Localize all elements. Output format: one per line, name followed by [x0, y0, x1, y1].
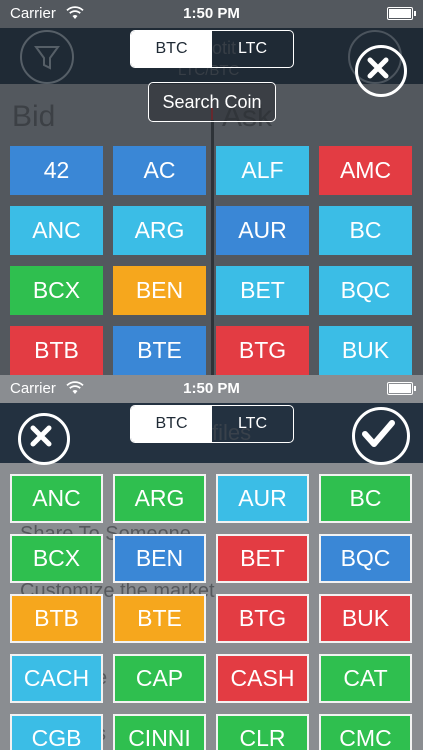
- filter-button: [20, 30, 74, 84]
- coin-tile[interactable]: CAT: [319, 654, 412, 703]
- coin-tile[interactable]: BQC: [319, 266, 412, 315]
- coin-tile[interactable]: CLR: [216, 714, 309, 750]
- battery-icon: [387, 7, 416, 20]
- bid-heading: Bid: [12, 100, 56, 133]
- coin-tile[interactable]: BEN: [113, 534, 206, 583]
- coin-tile[interactable]: BET: [216, 534, 309, 583]
- coin-tile[interactable]: ARG: [113, 206, 206, 255]
- coin-tile[interactable]: ARG: [113, 474, 206, 523]
- coin-tile[interactable]: BTB: [10, 594, 103, 643]
- search-coin-button[interactable]: Search Coin: [148, 82, 276, 122]
- tab-ltc[interactable]: LTC: [212, 406, 293, 442]
- tab-btc[interactable]: BTC: [131, 31, 212, 67]
- currency-segment: BTC LTC: [130, 30, 294, 68]
- checkmark-icon: [362, 420, 395, 447]
- coin-tile[interactable]: BTG: [216, 326, 309, 375]
- coin-tile[interactable]: BCX: [10, 534, 103, 583]
- close-button[interactable]: [18, 413, 70, 465]
- status-time: 1:50 PM: [183, 380, 240, 397]
- tab-ltc[interactable]: LTC: [212, 31, 293, 67]
- coin-tile[interactable]: BTE: [113, 326, 206, 375]
- status-bar: Carrier 1:50 PM: [0, 375, 423, 403]
- close-icon: [30, 425, 52, 447]
- coin-tile[interactable]: ANC: [10, 206, 103, 255]
- coin-tile[interactable]: BTE: [113, 594, 206, 643]
- coin-tile[interactable]: BEN: [113, 266, 206, 315]
- coin-tile[interactable]: BQC: [319, 534, 412, 583]
- coin-grid: ANC ARG AUR BC BCX BEN BET BQC BTB BTE B…: [10, 474, 412, 750]
- coin-tile[interactable]: BC: [319, 206, 412, 255]
- coin-grid: 42 AC ALF AMC ANC ARG AUR BC BCX BEN BET…: [10, 146, 412, 375]
- status-bar: Carrier 1:50 PM: [0, 0, 423, 28]
- coin-tile[interactable]: CASH: [216, 654, 309, 703]
- coin-tile[interactable]: 42: [10, 146, 103, 195]
- coin-tile[interactable]: BCX: [10, 266, 103, 315]
- coin-tile[interactable]: BET: [216, 266, 309, 315]
- close-button[interactable]: [355, 45, 407, 97]
- close-icon: [367, 57, 389, 79]
- coin-tile[interactable]: CMC: [319, 714, 412, 750]
- coin-tile[interactable]: AUR: [216, 206, 309, 255]
- battery-icon: [387, 382, 416, 395]
- coin-tile[interactable]: CAP: [113, 654, 206, 703]
- coin-tile[interactable]: CACH: [10, 654, 103, 703]
- coin-tile[interactable]: AUR: [216, 474, 309, 523]
- coin-tile[interactable]: CINNI: [113, 714, 206, 750]
- coin-tile[interactable]: CGB: [10, 714, 103, 750]
- status-time: 1:50 PM: [183, 5, 240, 22]
- coin-tile[interactable]: BTB: [10, 326, 103, 375]
- bottom-screen: Carrier 1:50 PM files Share To Someone C…: [0, 375, 423, 750]
- top-screen: Bid Ask Carrier 1:50 PM otit LTC/BTC BTC…: [0, 0, 423, 375]
- coin-tile[interactable]: AC: [113, 146, 206, 195]
- confirm-button[interactable]: [352, 407, 410, 465]
- coin-tile[interactable]: ALF: [216, 146, 309, 195]
- coin-tile[interactable]: BC: [319, 474, 412, 523]
- coin-tile[interactable]: BTG: [216, 594, 309, 643]
- currency-segment: BTC LTC: [130, 405, 294, 443]
- coin-tile[interactable]: BUK: [319, 594, 412, 643]
- tab-btc[interactable]: BTC: [131, 406, 212, 442]
- coin-tile[interactable]: ANC: [10, 474, 103, 523]
- coin-tile[interactable]: AMC: [319, 146, 412, 195]
- coin-tile[interactable]: BUK: [319, 326, 412, 375]
- filter-icon: [34, 46, 60, 70]
